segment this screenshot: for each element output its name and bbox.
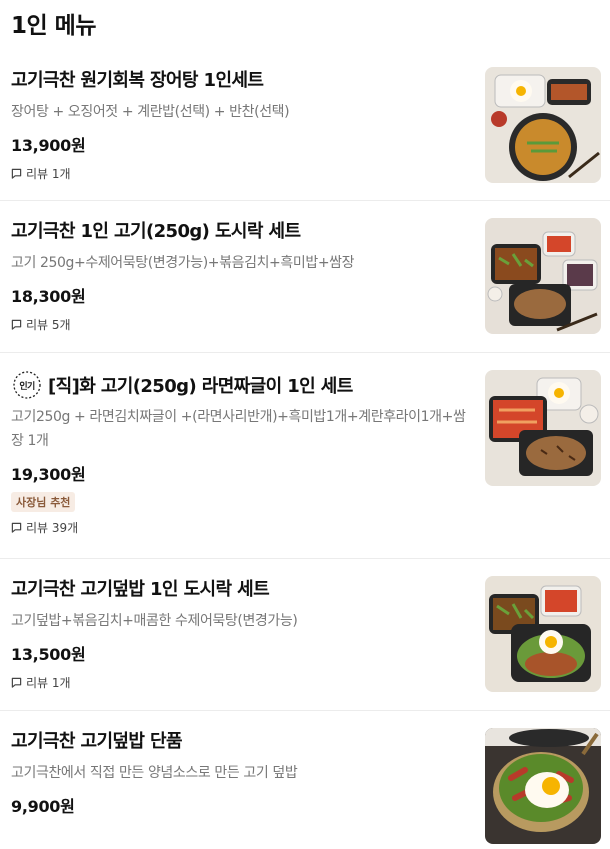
menu-item-name: 고기극찬 1인 고기(250g) 도시락 세트 xyxy=(11,221,301,242)
menu-item[interactable]: 고기극찬 원기회복 장어탕 1인세트 장어탕 + 오징어젓 + 계란밥(선택) … xyxy=(0,50,610,201)
popular-badge-icon: 인기 xyxy=(13,371,41,399)
menu-item-price: 19,300원 xyxy=(11,465,86,484)
menu-item-description: 고기 250g+수제어묵탕(변경가능)+볶음김치+흑미밥+쌈장 xyxy=(11,255,355,271)
comment-icon xyxy=(11,168,22,179)
review-count[interactable]: 리뷰 1개 xyxy=(11,674,470,691)
menu-item-photo[interactable] xyxy=(485,218,601,334)
menu-item-price: 18,300원 xyxy=(11,287,86,306)
menu-item-photo[interactable] xyxy=(485,67,601,183)
menu-item-name: 고기극찬 원기회복 장어탕 1인세트 xyxy=(11,70,264,91)
menu-item[interactable]: 인기 [직]화 고기(250g) 라면짜글이 1인 세트 고기250g + 라면… xyxy=(0,353,610,559)
menu-item-description: 고기250g + 라면김치짜글이 +(라면사리반개)+흑미밥1개+계란후라이1개… xyxy=(11,409,466,449)
comment-icon xyxy=(11,319,22,330)
review-count-label: 리뷰 5개 xyxy=(26,318,71,332)
menu-item-photo[interactable] xyxy=(485,370,601,486)
comment-icon xyxy=(11,522,22,533)
menu-item-name: 고기극찬 고기덮밥 1인 도시락 세트 xyxy=(11,579,270,600)
section-title: 1인 메뉴 xyxy=(11,13,97,39)
popular-badge-label: 인기 xyxy=(19,380,35,392)
menu-item-description: 고기덮밥+볶음김치+매콤한 수제어묵탕(변경가능) xyxy=(11,613,298,629)
review-count[interactable]: 리뷰 39개 xyxy=(11,519,470,536)
menu-item-description: 고기극찬에서 직접 만든 양념소스로 만든 고기 덮밥 xyxy=(11,765,298,781)
review-count-label: 리뷰 39개 xyxy=(26,521,79,535)
menu-item-name-row: 인기 [직]화 고기(250g) 라면짜글이 1인 세트 xyxy=(11,369,470,401)
menu-item[interactable]: 고기극찬 1인 고기(250g) 도시락 세트 고기 250g+수제어묵탕(변경… xyxy=(0,201,610,353)
menu-list: 고기극찬 원기회복 장어탕 1인세트 장어탕 + 오징어젓 + 계란밥(선택) … xyxy=(0,50,610,849)
menu-item-price: 13,500원 xyxy=(11,645,86,664)
review-count[interactable]: 리뷰 5개 xyxy=(11,316,470,333)
menu-item[interactable]: 고기극찬 고기덮밥 1인 도시락 세트 고기덮밥+볶음김치+매콤한 수제어묵탕(… xyxy=(0,559,610,711)
review-count-label: 리뷰 1개 xyxy=(26,676,71,690)
owner-recommend-badge: 사장님 추천 xyxy=(11,492,76,512)
comment-icon xyxy=(11,677,22,688)
menu-item-description: 장어탕 + 오징어젓 + 계란밥(선택) + 반찬(선택) xyxy=(11,104,290,120)
menu-item-price: 9,900원 xyxy=(11,797,75,816)
menu-item-price: 13,900원 xyxy=(11,136,86,155)
menu-item-name: 고기극찬 고기덮밥 단품 xyxy=(11,731,183,752)
menu-item-photo[interactable] xyxy=(485,728,601,844)
menu-item-name: [직]화 고기(250g) 라면짜글이 1인 세트 xyxy=(48,376,353,397)
menu-item[interactable]: 고기극찬 고기덮밥 단품 고기극찬에서 직접 만든 양념소스로 만든 고기 덮밥… xyxy=(0,711,610,849)
review-count-label: 리뷰 1개 xyxy=(26,167,71,181)
review-count[interactable]: 리뷰 1개 xyxy=(11,165,470,182)
menu-item-photo[interactable] xyxy=(485,576,601,692)
